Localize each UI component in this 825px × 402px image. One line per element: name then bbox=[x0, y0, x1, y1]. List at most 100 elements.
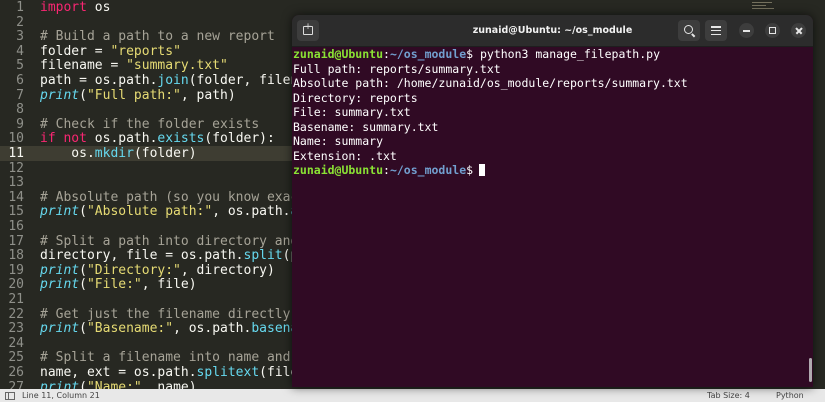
builtin-token: print bbox=[40, 277, 80, 293]
keyword-token: if bbox=[40, 131, 56, 147]
code-line-26: name, ext = os.path.splitext(file) bbox=[40, 365, 306, 381]
terminal-window[interactable]: zunaid@Ubuntu: ~/os_module zunaid@Ubuntu… bbox=[292, 15, 813, 387]
sidebar-toggle-icon[interactable] bbox=[5, 392, 15, 400]
prompt-dollar: $ bbox=[466, 163, 474, 177]
builtin-token: print bbox=[40, 379, 80, 389]
line-number: 14 bbox=[8, 189, 24, 205]
code-token: ( bbox=[79, 87, 87, 103]
line-number: 17 bbox=[8, 233, 24, 249]
code-token: directory, file = os.path. bbox=[40, 248, 244, 264]
line-number: 15 bbox=[8, 204, 24, 220]
terminal-title: zunaid@Ubuntu: ~/os_module bbox=[472, 25, 633, 36]
code-line-14: # Absolute path (so you know exactly bbox=[40, 189, 322, 205]
line-number: 13 bbox=[8, 175, 24, 191]
code-line-11: os.mkdir(folder) bbox=[40, 146, 197, 162]
builtin-token: print bbox=[40, 262, 80, 278]
line-number: 27 bbox=[8, 379, 24, 389]
code-token: os bbox=[86, 0, 111, 15]
code-token: path = os.path. bbox=[40, 73, 158, 88]
code-line-10: if not os.path.exists(folder): bbox=[40, 132, 275, 147]
close-icon bbox=[791, 23, 806, 38]
line-number: 2 bbox=[16, 14, 24, 30]
code-token: os. bbox=[40, 146, 95, 161]
code-line-23: print("Basename:", os.path.basename( bbox=[40, 321, 322, 337]
line-number: 5 bbox=[16, 58, 24, 74]
line-number: 1 bbox=[16, 0, 24, 15]
code-token: (folder) bbox=[133, 146, 197, 161]
line-number: 3 bbox=[16, 29, 24, 45]
code-line-19: print("Directory:", directory) bbox=[40, 262, 275, 279]
line-number: 6 bbox=[16, 73, 24, 88]
terminal-prompt-line[interactable]: zunaid@Ubuntu:~/os_module$ bbox=[293, 163, 486, 178]
code-token: ( bbox=[79, 262, 87, 278]
minimize-button[interactable] bbox=[739, 23, 754, 38]
code-line-9: # Check if the folder exists bbox=[40, 116, 260, 132]
syntax-selector[interactable]: Python bbox=[776, 389, 804, 402]
code-token: , directory) bbox=[180, 262, 275, 278]
line-number: 25 bbox=[8, 350, 24, 366]
code-line-1: import os bbox=[40, 0, 111, 16]
prompt-separator: : bbox=[383, 163, 390, 177]
tab-size-selector[interactable]: Tab Size: 4 bbox=[707, 389, 750, 402]
code-line-20: print("File:", file) bbox=[40, 278, 197, 293]
string-token: "Basename:" bbox=[86, 321, 174, 337]
line-number: 10 bbox=[8, 131, 24, 147]
line-number: 21 bbox=[8, 292, 24, 307]
string-token: "Directory:" bbox=[86, 262, 181, 278]
line-number: 16 bbox=[8, 219, 24, 234]
method-token: join bbox=[157, 73, 189, 88]
prompt-user: zunaid@Ubuntu bbox=[293, 163, 384, 177]
code-token: , name) bbox=[141, 379, 197, 389]
terminal-scrollbar[interactable] bbox=[809, 358, 812, 382]
string-token: "reports" bbox=[110, 43, 181, 59]
search-button[interactable] bbox=[678, 20, 700, 41]
prompt-path: ~/os_module bbox=[389, 47, 467, 61]
line-number-gutter: 1 2 3 4 5 6 7 8 9 10 11 12 13 14 15 16 1… bbox=[0, 0, 34, 389]
line-number: 7 bbox=[16, 87, 24, 103]
code-token: folder = bbox=[40, 43, 111, 59]
code-line-3: # Build a path to a new report bbox=[40, 29, 275, 45]
line-number: 20 bbox=[8, 277, 24, 293]
terminal-output[interactable]: zunaid@Ubuntu:~/os_module$ python3 manag… bbox=[292, 46, 813, 387]
code-token: ( bbox=[79, 204, 87, 220]
code-line-7: print("Full path:", path) bbox=[40, 87, 236, 104]
string-token: "summary.txt" bbox=[126, 58, 228, 74]
builtin-token: print bbox=[40, 204, 80, 220]
new-tab-icon bbox=[303, 22, 313, 35]
builtin-token: print bbox=[40, 87, 80, 103]
method-token: exists bbox=[157, 131, 205, 147]
code-token: name, ext = os.path. bbox=[40, 365, 197, 380]
line-number: 26 bbox=[8, 365, 24, 380]
terminal-output-line: Name: summary bbox=[293, 134, 384, 148]
status-bar: Line 11, Column 21 Tab Size: 4 Python bbox=[0, 389, 825, 402]
code-line-6: path = os.path.join(folder, filename) bbox=[40, 73, 330, 89]
terminal-output-line: Basename: summary.txt bbox=[293, 119, 439, 134]
code-token: filename = bbox=[40, 58, 127, 74]
code-token: ( bbox=[79, 379, 87, 389]
menu-button[interactable] bbox=[705, 20, 727, 41]
method-token: splitext bbox=[196, 365, 260, 380]
keyword-token: import bbox=[40, 0, 87, 15]
line-number: 18 bbox=[8, 248, 24, 264]
minimap[interactable] bbox=[752, 2, 778, 14]
method-token: mkdir bbox=[94, 146, 134, 161]
keyword-token: not bbox=[63, 131, 87, 147]
string-token: "Absolute path:" bbox=[86, 204, 213, 220]
line-number-current: 11 bbox=[8, 146, 24, 161]
close-button[interactable] bbox=[791, 23, 806, 38]
code-line-17: # Split a path into directory and fi bbox=[40, 233, 322, 249]
line-number: 24 bbox=[8, 335, 24, 351]
terminal-titlebar[interactable]: zunaid@Ubuntu: ~/os_module bbox=[292, 15, 813, 47]
maximize-button[interactable] bbox=[765, 23, 780, 38]
code-token: ( bbox=[79, 321, 87, 337]
terminal-output-line: Absolute path: /home/zunaid/os_module/re… bbox=[293, 76, 688, 90]
new-tab-button[interactable] bbox=[297, 20, 319, 41]
code-token: , os.path. bbox=[212, 204, 291, 220]
code-token: , os.path. bbox=[173, 321, 252, 337]
line-number: 19 bbox=[8, 262, 24, 278]
line-number: 8 bbox=[16, 102, 24, 118]
prompt-user: zunaid@Ubuntu bbox=[293, 47, 384, 61]
maximize-icon bbox=[769, 27, 776, 34]
cursor-position: Line 11, Column 21 bbox=[22, 391, 100, 400]
string-token: "Full path:" bbox=[86, 87, 181, 103]
